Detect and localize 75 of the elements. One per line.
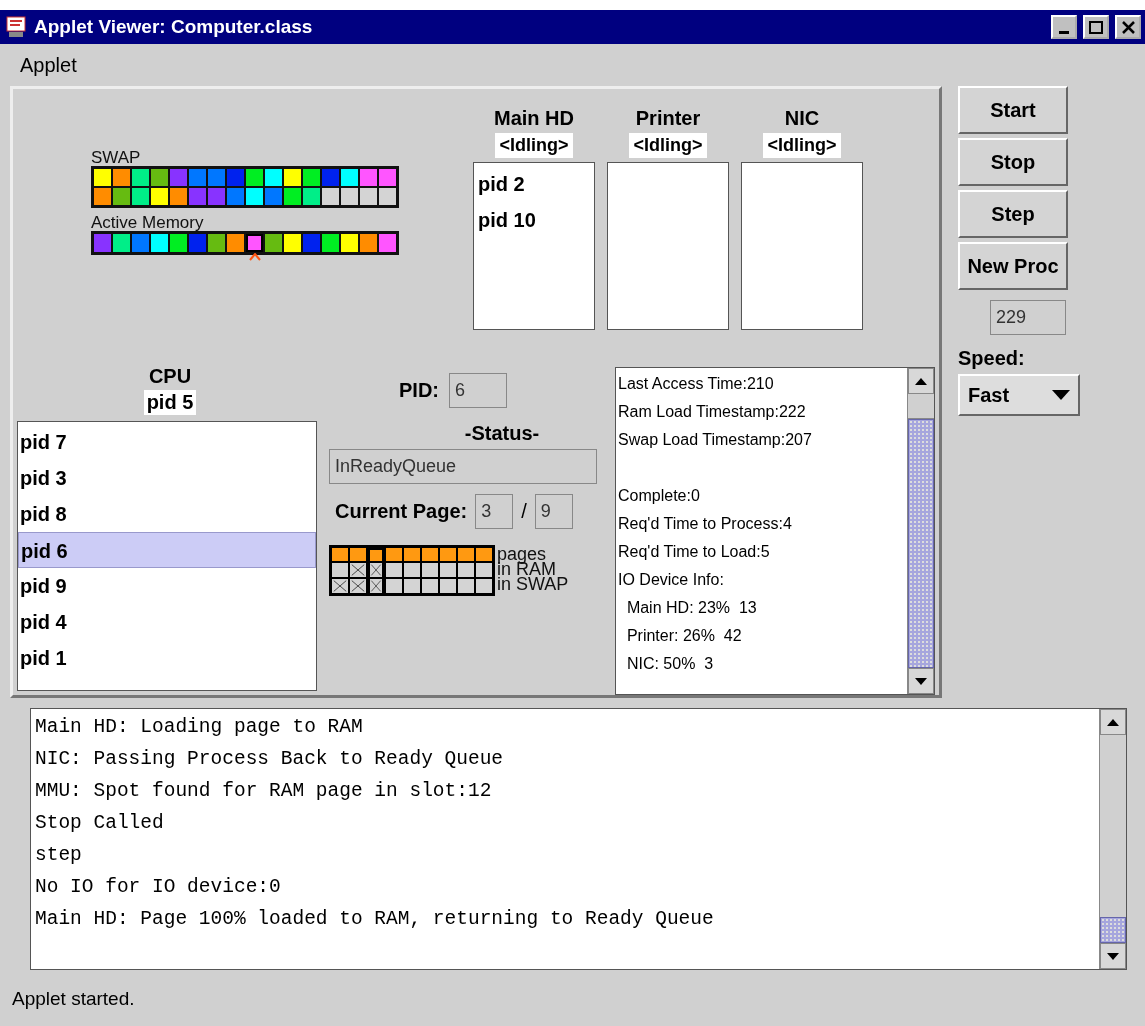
status-text: Applet started. <box>11 987 136 1010</box>
device-status: <Idling> <box>495 133 573 158</box>
status-heading: -Status- <box>464 422 540 445</box>
maximize-button[interactable] <box>1083 15 1109 39</box>
log-line: NIC: Passing Process Back to Ready Queue <box>35 747 505 772</box>
page-field[interactable]: 3 <box>475 494 514 529</box>
app-icon <box>4 15 28 39</box>
page-count-field[interactable]: 9 <box>534 494 573 529</box>
legend-label: in RAM <box>497 562 556 577</box>
device-name: NIC <box>784 107 820 131</box>
log-line: step <box>35 843 83 868</box>
list-item[interactable]: pid 8 <box>18 496 316 532</box>
device-status: <Idling> <box>763 133 841 158</box>
info-line: Printer: 26% 42 <box>625 626 742 646</box>
scroll-down-button[interactable] <box>1100 943 1126 969</box>
control-button[interactable]: Start <box>958 86 1068 134</box>
log-line: MMU: Spot found for RAM page in slot:12 <box>35 779 493 804</box>
list-item[interactable]: pid 4 <box>18 604 316 640</box>
device-status: <Idling> <box>629 133 707 158</box>
info-line: Complete:0 <box>618 486 700 506</box>
cpu-label: CPU <box>148 365 192 388</box>
list-item[interactable]: pid 6 <box>18 532 316 568</box>
caret-icon <box>1052 390 1070 400</box>
minimize-button[interactable] <box>1051 15 1077 39</box>
info-line: Ram Load Timestamp:222 <box>618 402 806 422</box>
info-line: IO Device Info: <box>618 570 724 590</box>
device-name: Main HD <box>494 107 574 131</box>
log-line: Stop Called <box>35 811 165 836</box>
list-item[interactable]: pid 10 <box>476 205 592 241</box>
list-item[interactable]: pid 7 <box>18 424 316 460</box>
scroll-down-button[interactable] <box>908 668 934 694</box>
maximize-icon <box>1089 20 1103 34</box>
scroll-up-button[interactable] <box>1100 709 1126 735</box>
log-line: Main HD: Page 100% loaded to RAM, returning to Ready Queue <box>35 907 715 932</box>
list-item[interactable]: pid 1 <box>18 640 316 676</box>
page-label: Current Page: <box>335 500 468 523</box>
info-line: NIC: 50% 3 <box>625 654 714 674</box>
legend-label: in SWAP <box>497 577 569 592</box>
info-line: Req'd Time to Process:4 <box>618 514 792 534</box>
close-button[interactable] <box>1115 15 1141 39</box>
scrollbar-thumb[interactable] <box>908 419 934 668</box>
speed-label: Speed: <box>958 347 1026 370</box>
status-field[interactable]: InReadyQueue <box>329 449 597 484</box>
log-line: No IO for IO device:0 <box>35 875 282 900</box>
control-button[interactable]: New Proc <box>958 242 1068 290</box>
pid-label: PID: <box>399 379 439 402</box>
memory-label: Active Memory <box>91 214 205 231</box>
info-line: Swap Load Timestamp:207 <box>618 430 812 450</box>
list-item[interactable]: pid 9 <box>18 568 316 604</box>
scrollbar-thumb[interactable] <box>1100 917 1126 943</box>
memory-label: SWAP <box>91 149 142 166</box>
control-button[interactable]: Step <box>958 190 1068 238</box>
list-item[interactable]: pid 2 <box>476 169 592 205</box>
menu-item[interactable]: Applet <box>20 53 77 77</box>
scrollbar-track[interactable] <box>908 394 934 419</box>
cpu-process: pid 5 <box>143 390 197 415</box>
control-button[interactable]: Stop <box>958 138 1068 186</box>
window-title: Applet Viewer: Computer.class <box>34 16 314 38</box>
pointer-icon <box>249 253 261 261</box>
close-icon <box>1121 20 1135 34</box>
info-line: Last Access Time:210 <box>618 374 774 394</box>
device-name: Printer <box>635 107 701 131</box>
info-line: Main HD: 23% 13 <box>625 598 757 618</box>
scrollbar[interactable] <box>907 368 934 694</box>
list-item[interactable]: pid 3 <box>18 460 316 496</box>
counter-field[interactable]: 229 <box>990 300 1066 335</box>
legend-label: pages <box>497 547 547 562</box>
scroll-up-button[interactable] <box>908 368 934 394</box>
minimize-icon <box>1059 30 1069 34</box>
log-line: Main HD: Loading page to RAM <box>35 715 364 740</box>
speed-dropdown[interactable]: Fast <box>958 374 1080 416</box>
pid-field[interactable]: 6 <box>449 373 507 408</box>
scrollbar[interactable] <box>1099 709 1126 969</box>
page-separator: / <box>521 500 527 523</box>
info-line: Req'd Time to Load:5 <box>618 542 770 562</box>
